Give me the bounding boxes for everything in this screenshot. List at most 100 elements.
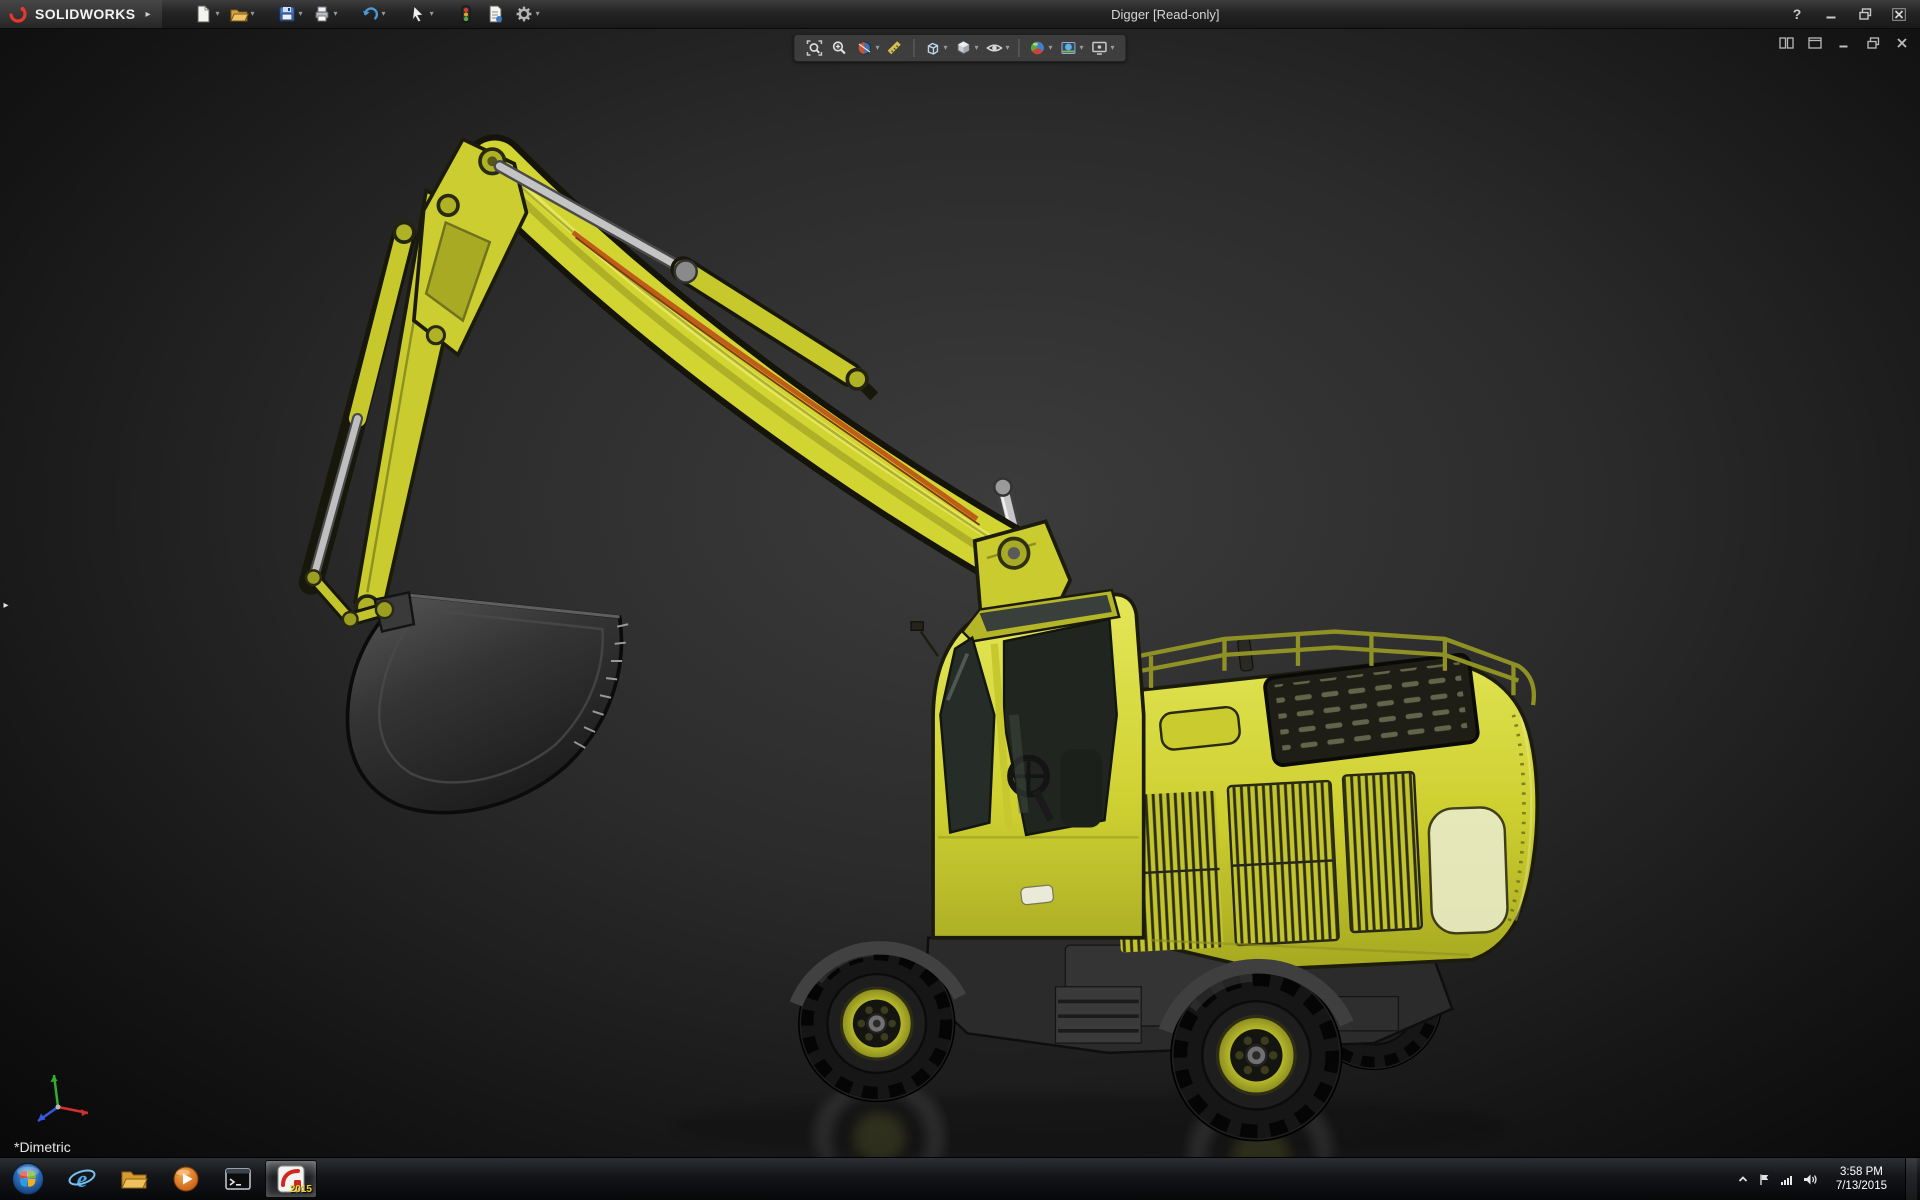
volume-icon xyxy=(1803,1174,1817,1184)
zoom-to-area-button[interactable] xyxy=(828,38,850,58)
save-button[interactable]: ▾ xyxy=(274,2,306,26)
action-center-button[interactable] xyxy=(1758,1173,1771,1186)
graphics-area[interactable]: ▾ ▾ ▾ ▾ ▾ ▾ ▾ *Dimetric ▸ xyxy=(0,29,1920,1157)
cab[interactable] xyxy=(910,588,1146,940)
headsup-view-toolbar: ▾ ▾ ▾ ▾ ▾ ▾ ▾ xyxy=(793,34,1127,62)
solidworks-version-badge: 2015 xyxy=(289,1184,312,1195)
taskbar-clock[interactable]: 3:58 PM 7/13/2015 xyxy=(1827,1165,1896,1193)
taskbar-file-explorer[interactable] xyxy=(108,1158,160,1200)
restore-button[interactable] xyxy=(1856,5,1874,23)
taskbar-apps: e 2015 xyxy=(56,1158,318,1200)
hide-show-items-button[interactable]: ▾ xyxy=(983,38,1011,58)
chevron-up-icon xyxy=(1738,1176,1747,1182)
rebuild-button[interactable] xyxy=(453,2,479,26)
minimize-button[interactable] xyxy=(1822,5,1840,23)
main-toolbar: ▾ ▾ ▾ ▾ ▾ ▾ ▾ xyxy=(190,2,542,26)
eye-icon xyxy=(986,44,1003,52)
section-view-icon xyxy=(857,41,871,55)
minimize-document-button[interactable] xyxy=(1836,36,1852,50)
internet-explorer-icon: e xyxy=(68,1167,96,1193)
taskbar-internet-explorer[interactable]: e xyxy=(56,1158,108,1200)
select-cursor-icon xyxy=(411,4,424,23)
save-icon xyxy=(279,6,295,22)
front-hatch xyxy=(1159,705,1241,751)
split-window-icon xyxy=(1778,37,1794,49)
folder-icon xyxy=(121,1171,148,1189)
volume-button[interactable] xyxy=(1803,1173,1818,1186)
zoom-to-fit-button[interactable] xyxy=(803,38,825,58)
print-button[interactable]: ▾ xyxy=(309,2,341,26)
windows-start-icon xyxy=(12,1163,44,1195)
file-properties-button[interactable] xyxy=(482,2,508,26)
help-button[interactable]: ? xyxy=(1788,5,1806,23)
undo-icon xyxy=(362,7,378,20)
split-window-button[interactable] xyxy=(1778,36,1794,50)
minimize-icon xyxy=(1826,16,1836,19)
floor-reflection xyxy=(673,1076,1506,1157)
solidworks-window: SOLIDWORKS ▸ ▾ ▾ ▾ ▾ ▾ ▾ ▾ Digger [Read-… xyxy=(0,0,1920,1200)
new-document-button[interactable]: ▾ xyxy=(190,2,222,26)
view-orientation-icon xyxy=(927,42,939,55)
view-orientation-label: *Dimetric xyxy=(14,1139,71,1155)
view-settings-icon xyxy=(1092,41,1107,55)
seat xyxy=(1060,749,1103,828)
file-properties-icon xyxy=(489,5,502,23)
minimize-document-icon xyxy=(1839,45,1848,48)
close-button[interactable] xyxy=(1890,5,1908,23)
command-prompt-icon xyxy=(225,1168,251,1190)
open-button[interactable]: ▾ xyxy=(226,2,258,26)
clock-time: 3:58 PM xyxy=(1840,1166,1883,1178)
toolbar-separator xyxy=(1018,39,1020,57)
mirror xyxy=(910,621,924,631)
restore-document-icon xyxy=(1866,37,1879,49)
restore-document-button[interactable] xyxy=(1865,36,1881,50)
close-icon xyxy=(1892,7,1906,21)
headlight xyxy=(1020,884,1054,906)
appearance-ball-icon xyxy=(1031,41,1044,55)
network-button[interactable] xyxy=(1780,1173,1794,1186)
solidworks-menu-button[interactable]: SOLIDWORKS ▸ xyxy=(0,0,163,28)
select-button[interactable]: ▾ xyxy=(405,2,437,26)
clock-date: 7/13/2015 xyxy=(1835,1180,1887,1192)
show-desktop-button[interactable] xyxy=(1905,1158,1917,1200)
edit-appearance-button[interactable]: ▾ xyxy=(1027,38,1055,58)
taskbar: e 2015 3:58 PM 7/13/2015 xyxy=(0,1157,1920,1200)
view-settings-button[interactable]: ▾ xyxy=(1089,38,1117,58)
engine-housing[interactable] xyxy=(1102,629,1539,972)
taskbar-command-prompt[interactable] xyxy=(212,1158,264,1200)
view-orientation-button[interactable]: ▾ xyxy=(921,38,949,58)
close-document-button[interactable] xyxy=(1894,36,1910,50)
options-gear-icon xyxy=(516,6,531,22)
flag-icon xyxy=(1760,1174,1769,1185)
boom[interactable] xyxy=(462,134,1044,590)
taskbar-solidworks[interactable]: 2015 xyxy=(265,1160,317,1198)
brand-name: SOLIDWORKS xyxy=(35,6,136,22)
start-button[interactable] xyxy=(0,1158,56,1200)
new-window-icon xyxy=(1808,37,1822,49)
network-icon xyxy=(1780,1175,1792,1185)
titlebar: SOLIDWORKS ▸ ▾ ▾ ▾ ▾ ▾ ▾ ▾ Digger [Read-… xyxy=(0,0,1920,29)
measure-button[interactable] xyxy=(884,38,906,58)
options-button[interactable]: ▾ xyxy=(511,2,543,26)
taskbar-media-player[interactable] xyxy=(160,1158,212,1200)
undo-button[interactable]: ▾ xyxy=(357,2,389,26)
window-title: Digger [Read-only] xyxy=(1111,6,1220,22)
orientation-triad xyxy=(37,1074,89,1123)
media-player-icon xyxy=(173,1166,199,1192)
document-window-controls xyxy=(1778,36,1910,50)
side-grilles xyxy=(1112,770,1424,953)
hidden-icons-button[interactable] xyxy=(1737,1173,1749,1185)
restore-icon xyxy=(1858,8,1871,20)
apply-scene-button[interactable]: ▾ xyxy=(1058,38,1086,58)
zoom-to-area-icon xyxy=(832,41,846,55)
bucket[interactable] xyxy=(345,590,629,815)
solidworks-logo-icon xyxy=(9,5,27,23)
display-style-button[interactable]: ▾ xyxy=(952,38,980,58)
rebuild-icon xyxy=(461,5,471,23)
new-window-button[interactable] xyxy=(1807,36,1823,50)
featuremanager-flyout-arrow[interactable]: ▸ xyxy=(0,592,12,618)
toolbar-separator xyxy=(913,39,915,57)
section-view-button[interactable]: ▾ xyxy=(853,38,881,58)
menu-expand-icon[interactable]: ▸ xyxy=(145,9,150,20)
excavator-model[interactable] xyxy=(0,29,1920,1157)
